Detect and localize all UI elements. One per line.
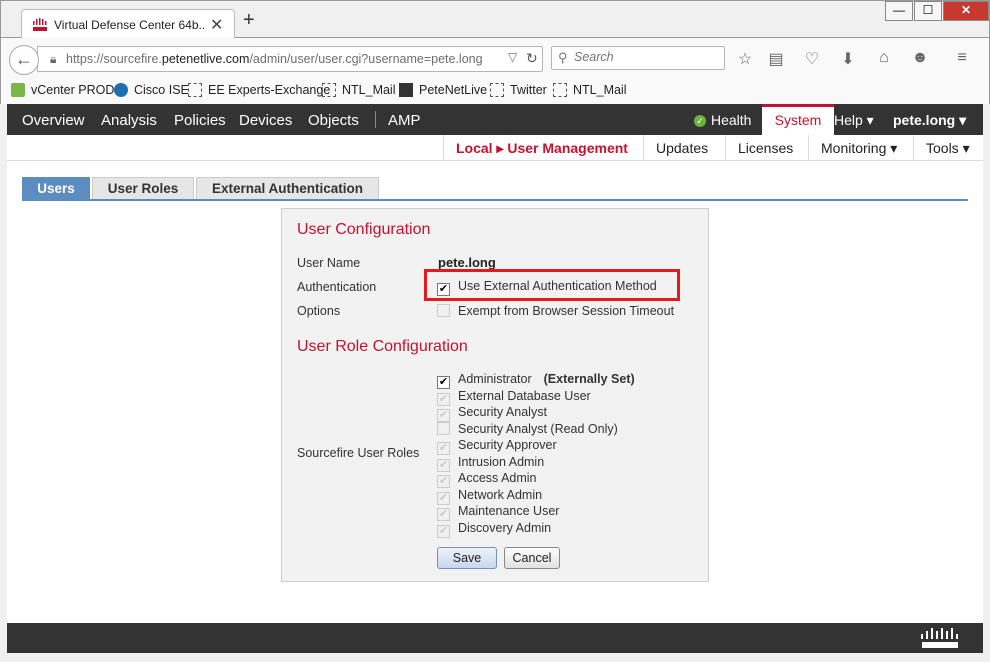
- subnav-monitoring[interactable]: Monitoring ▾: [808, 135, 909, 161]
- role-administrator[interactable]: ✔ Administrator (Externally Set): [437, 372, 635, 389]
- search-icon: ⚲: [558, 50, 568, 65]
- subnav-tools[interactable]: Tools ▾: [913, 135, 982, 161]
- nav-devices[interactable]: Devices: [239, 112, 292, 129]
- subnav-updates[interactable]: Updates: [643, 135, 720, 161]
- bookmark-ntl-mail-2[interactable]: NTL_Mail: [553, 83, 627, 97]
- cisco-logo: [921, 628, 958, 648]
- nav-amp[interactable]: AMP: [388, 112, 421, 129]
- bookmark-icon: [322, 83, 336, 97]
- subnav-licenses[interactable]: Licenses: [725, 135, 805, 161]
- role-checkbox[interactable]: ✔: [437, 442, 450, 455]
- role-security-approver[interactable]: ✔ Security Approver: [437, 438, 557, 455]
- role-checkbox[interactable]: ✔: [437, 525, 450, 538]
- nav-objects[interactable]: Objects: [308, 112, 359, 129]
- cisco-favicon-icon: [33, 18, 47, 31]
- highlight-box: [424, 269, 680, 301]
- vcenter-icon: [11, 83, 25, 97]
- url-dropdown-icon[interactable]: ▽: [508, 50, 517, 64]
- nav-divider: [375, 111, 376, 128]
- star-icon[interactable]: ☆: [735, 49, 755, 69]
- session-timeout-checkbox-row[interactable]: Exempt from Browser Session Timeout: [437, 304, 674, 320]
- main-nav: Overview Analysis Policies Devices Objec…: [7, 104, 983, 135]
- nav-help[interactable]: Help ▾: [834, 112, 874, 129]
- maximize-button[interactable]: ☐: [914, 1, 942, 21]
- breadcrumb-user-management[interactable]: Local ▸ User Management: [443, 135, 640, 161]
- health-check-icon: ✓: [694, 115, 706, 127]
- main-content: Users User Roles External Authentication…: [7, 161, 983, 623]
- sub-nav: Local ▸ User Management Updates Licenses…: [7, 135, 983, 161]
- new-tab-button[interactable]: +: [243, 10, 255, 30]
- tab-title: Virtual Defense Center 64b...: [54, 18, 204, 32]
- nav-user-menu[interactable]: pete.long ▾: [893, 112, 966, 129]
- search-input[interactable]: [574, 50, 714, 64]
- bookmark-vcenter-prod[interactable]: vCenter PROD: [11, 83, 114, 97]
- role-maintenance-user[interactable]: ✔ Maintenance User: [437, 504, 559, 521]
- footer-bar: [7, 623, 983, 653]
- bookmarks-bar: vCenter PROD Cisco ISE EE Experts-Exchan…: [0, 78, 990, 104]
- tab-close-icon[interactable]: ✕: [210, 15, 223, 35]
- lock-icon: 🔒︎: [50, 52, 57, 66]
- bookmark-petenetlive[interactable]: PeteNetLive: [399, 83, 487, 97]
- bookmark-ntl-mail[interactable]: NTL_Mail: [322, 83, 396, 97]
- role-intrusion-admin[interactable]: ✔ Intrusion Admin: [437, 455, 544, 472]
- smiley-icon[interactable]: ☻: [910, 49, 930, 67]
- sourcefire-roles-label: Sourcefire User Roles: [297, 446, 420, 460]
- back-arrow-icon: ←: [15, 49, 33, 69]
- nav-system[interactable]: System: [762, 104, 834, 135]
- role-access-admin[interactable]: ✔ Access Admin: [437, 471, 537, 488]
- role-security-analyst-read-only[interactable]: Security Analyst (Read Only): [437, 422, 618, 438]
- nav-health[interactable]: ✓ Health: [694, 112, 751, 128]
- username-label: User Name: [297, 256, 361, 270]
- bookmark-cisco-ise[interactable]: Cisco ISE: [114, 83, 189, 97]
- tab-external-authentication[interactable]: External Authentication: [196, 177, 379, 199]
- reading-list-icon[interactable]: ▤: [766, 49, 786, 69]
- externally-set-label: (Externally Set): [543, 372, 635, 386]
- browser-navbar: 🔒︎ https://sourcefire.petenetlive.com/ad…: [0, 38, 990, 78]
- role-config-title: User Role Configuration: [297, 338, 468, 355]
- cancel-button[interactable]: Cancel: [504, 547, 560, 569]
- pocket-icon[interactable]: ♡: [802, 49, 822, 69]
- reload-icon[interactable]: ↻: [526, 50, 538, 67]
- tab-user-roles[interactable]: User Roles: [92, 177, 194, 199]
- nav-analysis[interactable]: Analysis: [101, 112, 157, 129]
- username-value: pete.long: [438, 255, 496, 270]
- browser-tab[interactable]: Virtual Defense Center 64b... ✕: [21, 9, 235, 40]
- role-checkbox[interactable]: [437, 422, 450, 435]
- role-discovery-admin[interactable]: ✔ Discovery Admin: [437, 521, 551, 538]
- browser-titlebar: Virtual Defense Center 64b... ✕ + — ☐ ✕: [0, 0, 990, 40]
- bookmark-icon: [553, 83, 567, 97]
- bookmark-twitter[interactable]: Twitter: [490, 83, 547, 97]
- tab-underline: [22, 199, 968, 201]
- role-checkbox[interactable]: ✔: [437, 376, 450, 389]
- search-box[interactable]: ⚲: [551, 46, 725, 70]
- petenetlive-icon: [399, 83, 413, 97]
- options-label: Options: [297, 304, 341, 318]
- cisco-ise-icon: [114, 83, 128, 97]
- save-button[interactable]: Save: [437, 547, 497, 569]
- home-icon[interactable]: ⌂: [874, 49, 894, 67]
- nav-overview[interactable]: Overview: [22, 112, 85, 129]
- role-checkbox[interactable]: ✔: [437, 508, 450, 521]
- role-network-admin[interactable]: ✔ Network Admin: [437, 488, 542, 505]
- back-button[interactable]: ←: [9, 45, 39, 75]
- tab-users[interactable]: Users: [22, 177, 90, 199]
- nav-policies[interactable]: Policies: [174, 112, 226, 129]
- bookmark-icon: [188, 83, 202, 97]
- role-checkbox[interactable]: ✔: [437, 475, 450, 488]
- minimize-button[interactable]: —: [885, 1, 913, 21]
- user-config-panel: User Configuration User Name pete.long A…: [281, 208, 709, 582]
- user-config-title: User Configuration: [297, 221, 431, 238]
- url-bar[interactable]: 🔒︎ https://sourcefire.petenetlive.com/ad…: [37, 46, 543, 72]
- authentication-label: Authentication: [297, 280, 377, 294]
- url-text[interactable]: https://sourcefire.petenetlive.com/admin…: [66, 52, 483, 66]
- bookmark-icon: [490, 83, 504, 97]
- session-timeout-checkbox[interactable]: [437, 304, 450, 317]
- download-icon[interactable]: ⬇: [838, 49, 858, 69]
- role-security-analyst[interactable]: ✔ Security Analyst: [437, 405, 547, 422]
- role-external-database-user[interactable]: ✔ External Database User: [437, 389, 591, 406]
- role-checkbox[interactable]: ✔: [437, 409, 450, 422]
- close-window-button[interactable]: ✕: [943, 1, 989, 21]
- bookmark-experts-exchange[interactable]: EE Experts-Exchange: [188, 83, 330, 97]
- menu-icon[interactable]: ≡: [952, 49, 972, 67]
